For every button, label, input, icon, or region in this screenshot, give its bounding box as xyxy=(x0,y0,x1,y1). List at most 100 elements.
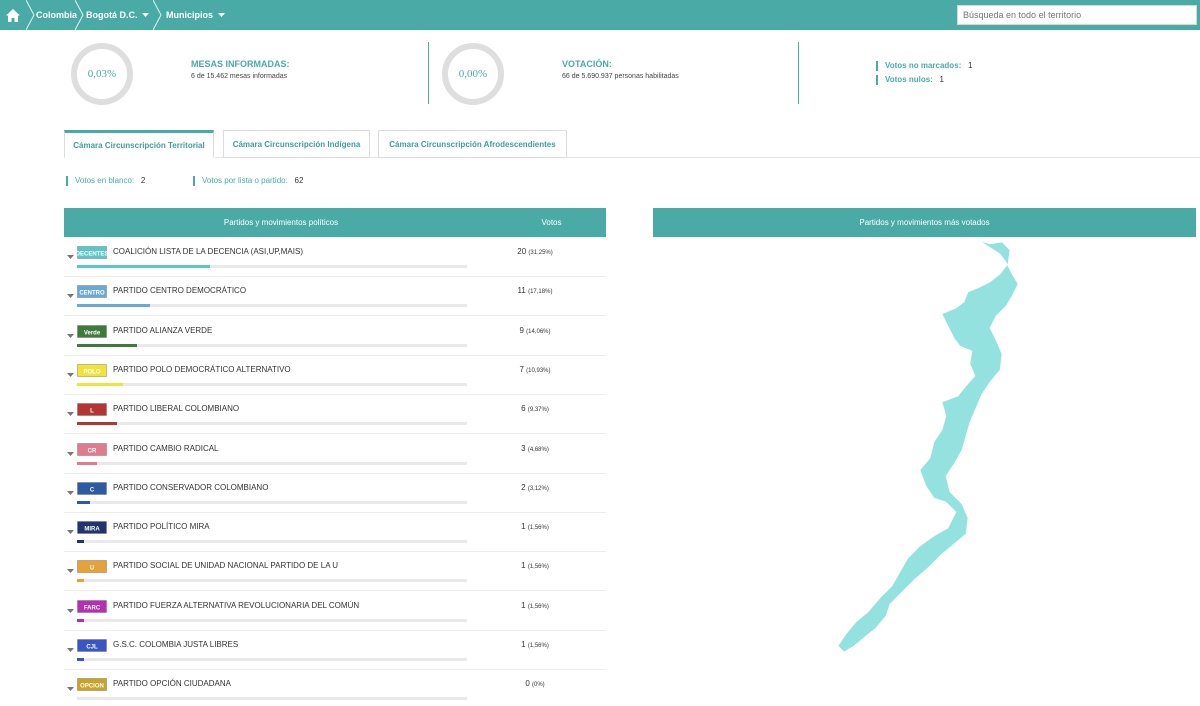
stats-divider xyxy=(428,42,429,104)
party-votes-percentage: (31,25%) xyxy=(528,250,553,256)
stats-divider xyxy=(798,42,799,104)
expand-row-icon[interactable] xyxy=(66,489,74,497)
svg-text:CJL: CJL xyxy=(86,645,98,651)
svg-text:MIRA: MIRA xyxy=(84,527,100,533)
vote-share-fill xyxy=(77,382,124,386)
party-logo: C xyxy=(77,481,107,496)
party-votes-count: 11 xyxy=(517,286,526,296)
mesas-informadas-title: MESAS INFORMADAS: xyxy=(191,59,290,69)
party-votes-count: 1 xyxy=(521,640,526,649)
party-name: COALICIÓN LISTA DE LA DECENCIA (ASI,UP,M… xyxy=(113,247,303,256)
mesas-informadas-detail: 6 de 15.462 mesas informadas xyxy=(191,73,288,80)
expand-row-icon[interactable] xyxy=(66,253,74,261)
tab-territorial[interactable]: Cámara Circunscripción Territorial xyxy=(64,130,214,158)
party-name: PARTIDO CAMBIO RADICAL xyxy=(113,443,219,453)
table-row[interactable]: Verde PARTIDO ALIANZA VERDE 9 (14,06%) xyxy=(64,317,606,356)
party-votes-percentage: (3,12%) xyxy=(527,485,549,492)
vote-share-fill xyxy=(77,618,84,622)
party-votes-percentage: (0%) xyxy=(532,682,545,689)
vote-share-bar xyxy=(77,304,467,308)
votacion-title: VOTACIÓN: xyxy=(562,59,612,69)
table-row[interactable]: C PARTIDO CONSERVADOR COLOMBIANO 2 (3,12… xyxy=(64,474,606,513)
votos-por-lista-value: 62 xyxy=(294,176,304,185)
home-button[interactable] xyxy=(0,0,26,30)
vote-share-fill xyxy=(77,422,117,426)
vote-share-bar xyxy=(77,500,467,504)
party-votes: 3 (4,68%) xyxy=(504,444,566,453)
party-name: PARTIDO FUERZA ALTERNATIVA REVOLUCIONARI… xyxy=(113,600,360,610)
votos-en-blanco: Votos en blanco: 2 xyxy=(66,176,145,186)
vote-share-fill xyxy=(77,500,91,504)
votos-nulos-label: Votos nulos: xyxy=(885,75,933,84)
caret-down-icon xyxy=(217,13,225,18)
party-votes-percentage: (17,18%) xyxy=(528,289,553,296)
breadcrumb-colombia[interactable]: Colombia xyxy=(36,0,77,30)
table-row[interactable]: CJL G.S.C. COLOMBIA JUSTA LIBRES 1 (1,56… xyxy=(64,631,606,670)
votos-en-blanco-value: 2 xyxy=(140,176,146,185)
table-row[interactable]: L PARTIDO LIBERAL COLOMBIANO 6 (9,37%) xyxy=(64,395,606,435)
party-votes: 1 (1,56%) xyxy=(504,601,566,610)
expand-row-icon[interactable] xyxy=(66,646,74,654)
table-row[interactable]: DECENTES COALICIÓN LISTA DE LA DECENCIA … xyxy=(64,238,606,277)
votos-nulos-value: 1 xyxy=(939,75,944,84)
expand-row-icon[interactable] xyxy=(66,567,74,575)
column-header-votos: Votos xyxy=(497,208,606,237)
bogota-district-map[interactable] xyxy=(830,236,1030,656)
party-votes-count: 6 xyxy=(521,404,526,414)
party-name: PARTIDO OPCIÓN CIUDADANA xyxy=(113,679,231,689)
party-votes: 20 (31,25%) xyxy=(504,247,566,256)
table-row[interactable]: U PARTIDO SOCIAL DE UNIDAD NACIONAL PART… xyxy=(64,552,606,592)
party-name: PARTIDO CONSERVADOR COLOMBIANO xyxy=(113,482,269,492)
svg-text:L: L xyxy=(90,409,94,415)
expand-row-icon[interactable] xyxy=(66,292,74,300)
party-votes-count: 3 xyxy=(521,443,526,453)
party-logo: MIRA xyxy=(77,520,107,535)
party-logo: CENTRO xyxy=(77,284,107,299)
tab-afrodescendientes[interactable]: Cámara Circunscripción Afrodescendientes xyxy=(378,130,567,158)
party-logo: CJL xyxy=(77,638,107,653)
breadcrumb-separator xyxy=(75,0,84,30)
vote-share-fill xyxy=(77,579,84,583)
party-name: PARTIDO SOCIAL DE UNIDAD NACIONAL PARTID… xyxy=(113,561,339,571)
table-row[interactable]: CENTRO PARTIDO CENTRO DEMOCRÁTICO 11 (17… xyxy=(64,277,606,317)
svg-text:POLO: POLO xyxy=(83,369,100,375)
vote-share-bar xyxy=(77,697,467,701)
party-name: PARTIDO ALIANZA VERDE xyxy=(113,325,213,335)
bogota-district-shape[interactable] xyxy=(837,240,1019,653)
party-votes-percentage: (14,06%) xyxy=(526,328,551,335)
expand-row-icon[interactable] xyxy=(66,450,74,458)
vote-share-fill xyxy=(77,461,97,465)
svg-text:U: U xyxy=(90,566,94,572)
party-votes: 6 (9,37%) xyxy=(504,404,566,413)
party-logo: OPCION xyxy=(77,677,107,692)
expand-row-icon[interactable] xyxy=(66,528,74,536)
expand-row-icon[interactable] xyxy=(66,410,74,418)
party-votes-count: 0 xyxy=(525,679,530,689)
party-votes-count: 1 xyxy=(521,600,526,610)
party-name: PARTIDO POLÍTICO MIRA xyxy=(113,522,210,532)
expand-row-icon[interactable] xyxy=(66,371,74,379)
expand-row-icon[interactable] xyxy=(66,332,74,340)
territory-search-input[interactable] xyxy=(957,5,1197,25)
table-row[interactable]: OPCION PARTIDO OPCIÓN CIUDADANA 0 (0%) xyxy=(64,670,606,706)
top-navigation-bar: Colombia Bogotá D.C. Municipios xyxy=(0,0,1200,30)
party-votes: 0 (0%) xyxy=(504,679,566,688)
party-votes-count: 20 xyxy=(517,247,527,256)
svg-text:CR: CR xyxy=(88,448,97,454)
tab-indigena[interactable]: Cámara Circunscripción Indígena xyxy=(223,130,370,158)
expand-row-icon[interactable] xyxy=(66,607,74,615)
svg-text:CENTRO: CENTRO xyxy=(79,291,105,297)
party-votes: 11 (17,18%) xyxy=(504,286,566,295)
table-row[interactable]: CR PARTIDO CAMBIO RADICAL 3 (4,68%) xyxy=(64,435,606,474)
votacion-percentage-ring: 0,00% xyxy=(442,43,504,105)
table-row[interactable]: MIRA PARTIDO POLÍTICO MIRA 1 (1,56%) xyxy=(64,513,606,553)
mesas-percentage-ring: 0,03% xyxy=(71,43,133,105)
expand-row-icon[interactable] xyxy=(66,685,74,693)
party-name: PARTIDO POLO DEMOCRÁTICO ALTERNATIVO xyxy=(113,364,291,374)
table-row[interactable]: FARC PARTIDO FUERZA ALTERNATIVA REVOLUCI… xyxy=(64,592,606,631)
table-row[interactable]: POLO PARTIDO POLO DEMOCRÁTICO ALTERNATIV… xyxy=(64,356,606,395)
breadcrumb-municipios-dropdown[interactable]: Municipios xyxy=(166,0,225,30)
breadcrumb-bogota-dropdown[interactable]: Bogotá D.C. xyxy=(86,0,150,30)
votos-en-blanco-label: Votos en blanco: xyxy=(75,176,135,185)
votacion-percentage-value: 0,00% xyxy=(458,68,488,80)
